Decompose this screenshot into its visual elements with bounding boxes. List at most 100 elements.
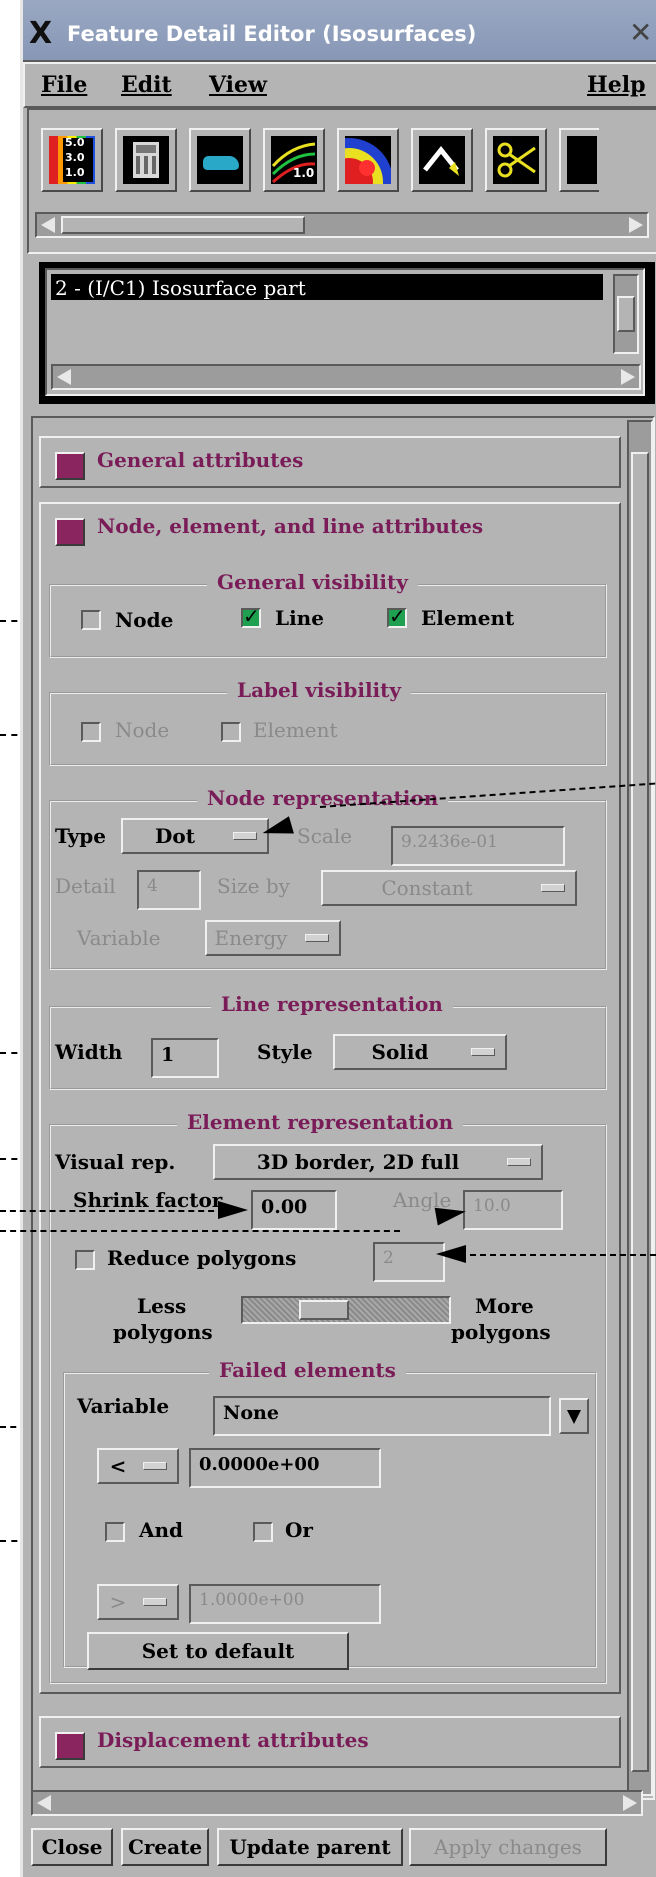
less-polygons-label-1: Less xyxy=(137,1294,187,1318)
menu-bar: File Edit View Help xyxy=(23,62,656,108)
chevron-down-icon xyxy=(567,1410,581,1424)
particle-trace-button[interactable] xyxy=(411,128,473,192)
node-type-dropdown[interactable]: Dot xyxy=(121,818,269,854)
node-scale-field[interactable]: 9.2436e-01 xyxy=(391,826,565,866)
clip-scissors-icon xyxy=(493,136,539,184)
scroll-right-icon[interactable] xyxy=(629,217,643,233)
callout-angle xyxy=(0,1230,400,1232)
title-bar[interactable]: X Feature Detail Editor (Isosurfaces) ✕ xyxy=(23,0,656,62)
element-label-label: Element xyxy=(253,718,338,742)
menu-view[interactable]: View xyxy=(209,72,267,98)
scroll-right-icon[interactable] xyxy=(623,1795,637,1811)
model-button[interactable] xyxy=(189,128,251,192)
part-list-vscroll[interactable] xyxy=(613,274,639,354)
failed-operator-2-dropdown[interactable]: > xyxy=(97,1584,179,1620)
node-scale-label: Scale xyxy=(297,824,353,848)
more-tools-button[interactable] xyxy=(559,128,599,192)
more-polygons-label-2: polygons xyxy=(451,1320,551,1344)
scroll-left-icon[interactable] xyxy=(57,369,71,385)
failed-variable-field[interactable]: None xyxy=(213,1396,551,1436)
callout-arrow xyxy=(218,1201,248,1219)
reduce-polygons-field[interactable]: 2 xyxy=(373,1242,445,1282)
scroll-right-icon[interactable] xyxy=(621,369,635,385)
close-button[interactable]: Close xyxy=(31,1828,113,1866)
node-detail-field[interactable]: 4 xyxy=(137,870,201,910)
shrink-factor-label: Shrink factor xyxy=(73,1188,223,1212)
line-width-field[interactable]: 1 xyxy=(151,1038,219,1078)
failed-operator-1-dropdown[interactable]: < xyxy=(97,1448,179,1484)
collapse-triangle-icon[interactable] xyxy=(55,518,85,546)
attributes-vscroll[interactable] xyxy=(627,420,653,1796)
scroll-left-icon[interactable] xyxy=(41,217,55,233)
line-style-label: Style xyxy=(257,1040,313,1064)
node-label-label: Node xyxy=(115,718,170,742)
color-legend-icon: 5.0 3.0 1.0 xyxy=(49,136,95,184)
clip-button[interactable] xyxy=(485,128,547,192)
contour-button[interactable]: 1.0 xyxy=(263,128,325,192)
element-visible-label: Element xyxy=(421,606,515,630)
x-logo-icon: X xyxy=(29,16,53,51)
reduce-polygons-checkbox[interactable] xyxy=(75,1250,95,1270)
expand-triangle-icon[interactable] xyxy=(55,1732,85,1760)
shrink-factor-field[interactable]: 0.00 xyxy=(251,1190,337,1230)
attributes-hscroll[interactable] xyxy=(31,1790,643,1816)
part-list-item[interactable]: 2 - (I/C1) Isosurface part xyxy=(51,274,603,300)
reduce-polygons-label: Reduce polygons xyxy=(107,1246,297,1270)
update-parent-button[interactable]: Update parent xyxy=(217,1828,403,1866)
create-button[interactable]: Create xyxy=(121,1828,209,1866)
polygon-slider[interactable] xyxy=(241,1296,451,1324)
line-style-dropdown[interactable]: Solid xyxy=(333,1034,507,1070)
section-displacement-attributes[interactable]: Displacement attributes xyxy=(39,1716,621,1768)
calculator-icon xyxy=(123,136,169,184)
scroll-thumb[interactable] xyxy=(631,452,649,1772)
node-visible-label: Node xyxy=(115,608,174,632)
part-list-hscroll[interactable] xyxy=(51,364,641,390)
toolbar-scrollbar[interactable] xyxy=(35,212,649,238)
node-variable-label: Variable xyxy=(77,926,161,950)
more-polygons-label-1: More xyxy=(475,1294,534,1318)
slider-thumb[interactable] xyxy=(299,1300,349,1320)
size-by-label: Size by xyxy=(217,874,290,898)
element-label-checkbox[interactable] xyxy=(221,722,241,742)
calculator-button[interactable] xyxy=(115,128,177,192)
contour-icon: 1.0 xyxy=(271,136,317,184)
node-visible-checkbox[interactable] xyxy=(81,610,101,630)
color-legend-button[interactable]: 5.0 3.0 1.0 xyxy=(41,128,103,192)
menu-file[interactable]: File xyxy=(41,72,87,98)
and-checkbox[interactable] xyxy=(105,1522,125,1542)
scroll-thumb[interactable] xyxy=(61,216,305,234)
callout-reduce-value xyxy=(470,1254,656,1256)
callout-arrow xyxy=(436,1245,466,1263)
or-checkbox[interactable] xyxy=(253,1522,273,1542)
expand-triangle-icon[interactable] xyxy=(55,452,85,480)
line-visible-checkbox[interactable] xyxy=(241,604,261,628)
size-by-dropdown[interactable]: Constant xyxy=(321,870,577,906)
failed-variable-dropdown-button[interactable] xyxy=(559,1398,589,1434)
apply-changes-button[interactable]: Apply changes xyxy=(409,1828,607,1866)
node-label-checkbox[interactable] xyxy=(81,722,101,742)
menu-edit[interactable]: Edit xyxy=(121,72,172,98)
node-variable-dropdown[interactable]: Energy xyxy=(205,920,341,956)
menu-help[interactable]: Help xyxy=(587,72,646,98)
failed-value-2-field[interactable]: 1.0000e+00 xyxy=(189,1584,381,1624)
group-title: Label visibility xyxy=(227,678,412,702)
editor-window: X Feature Detail Editor (Isosurfaces) ✕ … xyxy=(20,0,656,1877)
angle-field[interactable]: 10.0 xyxy=(463,1190,563,1230)
group-title: Line representation xyxy=(211,992,453,1016)
group-title: Failed elements xyxy=(209,1358,406,1382)
element-visible-checkbox[interactable] xyxy=(387,604,407,628)
window-title: Feature Detail Editor (Isosurfaces) xyxy=(67,22,477,46)
section-general-attributes[interactable]: General attributes xyxy=(39,436,621,488)
scroll-left-icon[interactable] xyxy=(37,1795,51,1811)
car-model-icon xyxy=(197,136,243,184)
toolbar-overflow-icon xyxy=(567,136,597,184)
less-polygons-label-2: polygons xyxy=(113,1320,213,1344)
set-to-default-button[interactable]: Set to default xyxy=(87,1632,349,1670)
close-window-icon[interactable]: ✕ xyxy=(629,16,652,49)
section-node-element-line-header[interactable]: Node, element, and line attributes xyxy=(41,504,619,556)
node-detail-label: Detail xyxy=(55,874,116,898)
failed-variable-label: Variable xyxy=(77,1394,170,1418)
visual-rep-dropdown[interactable]: 3D border, 2D full xyxy=(213,1144,543,1180)
failed-value-1-field[interactable]: 0.0000e+00 xyxy=(189,1448,381,1488)
isosurface-button[interactable] xyxy=(337,128,399,192)
